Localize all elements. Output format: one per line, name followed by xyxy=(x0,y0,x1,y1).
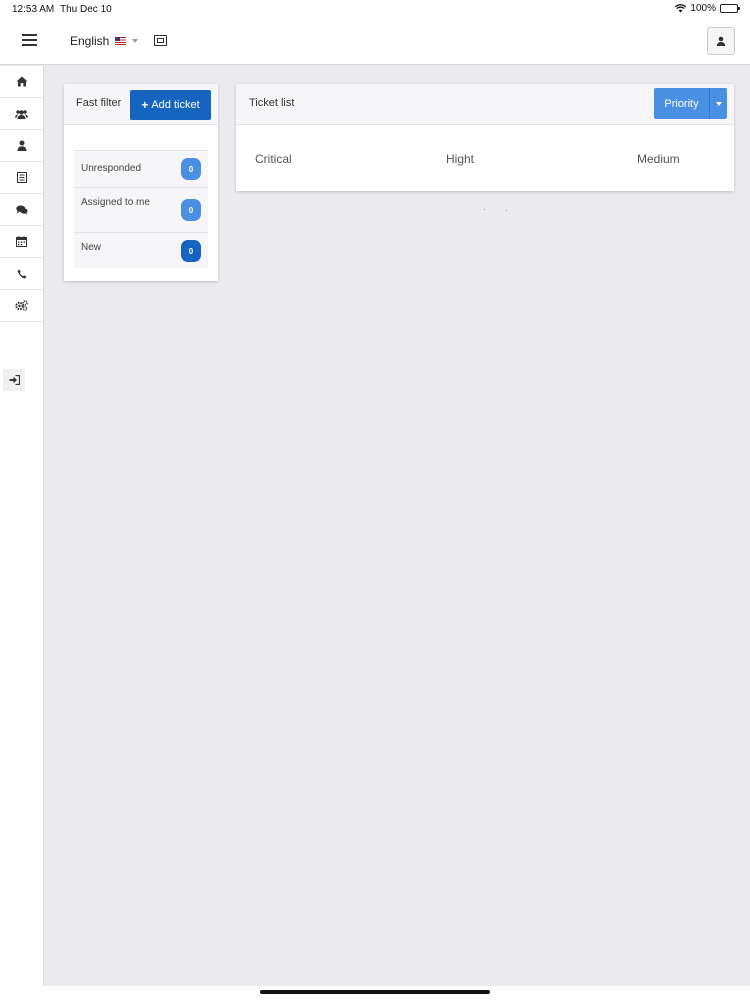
sidebar-item-phone[interactable] xyxy=(0,258,43,290)
settings-icon xyxy=(15,300,28,311)
user-profile-button[interactable] xyxy=(707,27,735,55)
battery-percent: 100% xyxy=(690,3,716,14)
users-icon xyxy=(15,109,28,119)
column-critical[interactable]: Critical xyxy=(255,152,292,166)
status-time: 12:53 AM xyxy=(12,4,55,15)
status-date: Thu Dec 10 xyxy=(60,4,112,15)
sidebar-item-list[interactable] xyxy=(0,162,43,194)
count-badge: 0 xyxy=(181,199,201,221)
loading-dot xyxy=(506,210,507,211)
phone-icon xyxy=(17,269,26,278)
user-icon xyxy=(17,140,26,151)
loading-dot xyxy=(484,209,485,210)
fullscreen-icon[interactable] xyxy=(154,35,167,46)
top-navbar: English xyxy=(0,18,750,65)
logout-icon xyxy=(9,375,20,385)
filter-row-label: Assigned to me xyxy=(81,197,150,208)
filter-row-assigned[interactable]: Assigned to me 0 xyxy=(74,187,208,232)
column-medium[interactable]: Medium xyxy=(637,152,680,166)
home-indicator[interactable] xyxy=(260,990,490,994)
status-bar: 12:53 AM Thu Dec 10 100% xyxy=(0,0,750,18)
sidebar-item-calendar[interactable] xyxy=(0,226,43,258)
fast-filter-panel: Fast filter + Add ticket Unresponded 0 A… xyxy=(64,84,218,281)
sidebar-item-user[interactable] xyxy=(0,130,43,162)
language-selector[interactable]: English xyxy=(70,34,139,48)
count-badge: 0 xyxy=(181,158,201,180)
filter-row-label: New xyxy=(81,242,102,253)
fast-filter-list: Unresponded 0 Assigned to me 0 New 0 xyxy=(74,150,208,268)
battery-icon xyxy=(720,4,740,13)
wifi-icon xyxy=(675,4,687,13)
sidebar-item-chat[interactable] xyxy=(0,194,43,226)
filter-row-unresponded[interactable]: Unresponded 0 xyxy=(74,150,208,187)
sidebar-item-users[interactable] xyxy=(0,98,43,130)
sidebar-item-home[interactable] xyxy=(0,66,43,98)
ticket-list-title: Ticket list xyxy=(249,97,295,109)
logout-button[interactable] xyxy=(3,369,25,391)
plus-icon: + xyxy=(141,98,149,112)
menu-icon[interactable] xyxy=(22,34,37,46)
home-icon xyxy=(16,76,27,87)
sidebar xyxy=(0,66,44,986)
ticket-list-panel: Ticket list Priority Critical Hight Medi… xyxy=(236,84,734,191)
language-label: English xyxy=(70,34,110,48)
add-ticket-label: Add ticket xyxy=(151,99,200,111)
add-ticket-button[interactable]: + Add ticket xyxy=(130,90,211,120)
fast-filter-title: Fast filter xyxy=(76,97,122,109)
list-icon xyxy=(16,172,27,183)
count-badge: 0 xyxy=(181,240,201,262)
priority-button[interactable]: Priority xyxy=(654,88,709,119)
chat-icon xyxy=(15,205,28,215)
chevron-down-icon xyxy=(715,101,722,106)
column-hight[interactable]: Hight xyxy=(446,152,474,166)
status-right: 100% xyxy=(675,3,740,14)
user-icon xyxy=(716,36,726,46)
us-flag-icon xyxy=(115,37,127,45)
priority-dropdown: Priority xyxy=(654,88,727,119)
chevron-down-icon xyxy=(132,39,139,43)
filter-row-label: Unresponded xyxy=(81,163,142,174)
sidebar-item-settings[interactable] xyxy=(0,290,43,322)
priority-toggle-button[interactable] xyxy=(709,88,727,119)
ticket-list-header: Ticket list Priority xyxy=(236,84,734,125)
calendar-icon xyxy=(16,236,27,247)
filter-row-new[interactable]: New 0 xyxy=(74,232,208,268)
fast-filter-header: Fast filter + Add ticket xyxy=(64,84,218,125)
